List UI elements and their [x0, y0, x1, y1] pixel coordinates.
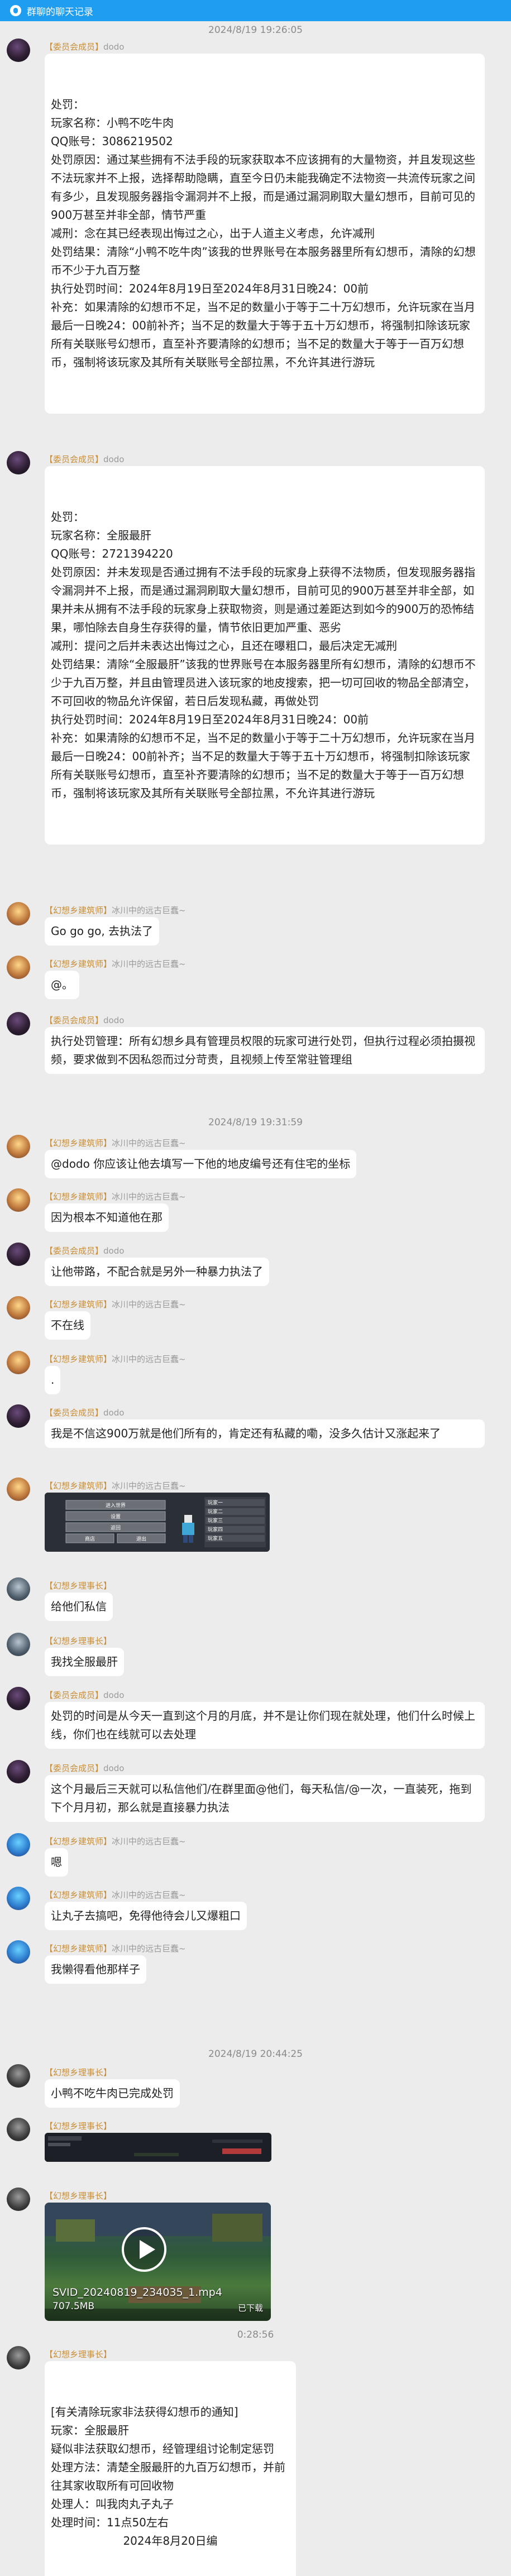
- message-bubble[interactable]: 处罚： 玩家名称：小鸭不吃牛肉 QQ账号：3086219502 处罚原因：通过某些拥有…: [45, 54, 485, 414]
- sender-label: 【幻想乡建筑师】冰川中的远古巨蠢~: [45, 1944, 186, 1954]
- message-bubble[interactable]: 这个月最后三天就可以私信他们/在群里面@他们，每天私信/@一次，一直装死，拖到下…: [45, 1775, 485, 1822]
- sender-label: 【委员会成员】dodo: [45, 1015, 125, 1025]
- avatar[interactable]: [7, 1404, 30, 1428]
- sender-label: 【委员会成员】dodo: [45, 454, 125, 464]
- panel-row: 玩家三: [208, 1517, 223, 1524]
- sender-label: 【幻想乡建筑师】冰川中的远古巨蠢~: [45, 959, 186, 969]
- avatar[interactable]: [7, 2188, 30, 2211]
- sender-label: 【幻想乡理事长】: [45, 2067, 112, 2078]
- avatar[interactable]: [7, 1833, 30, 1857]
- window-title: 群聊的聊天记录: [27, 6, 93, 18]
- sender-label: 【幻想乡建筑师】冰川中的远古巨蠢~: [45, 1836, 186, 1846]
- message-bubble[interactable]: 因为根本不知道他在那: [45, 1203, 169, 1232]
- message-bubble[interactable]: Go go go, 去执法了: [45, 917, 160, 946]
- avatar[interactable]: [7, 1687, 30, 1710]
- avatar[interactable]: [7, 1012, 30, 1035]
- video-filename: SVID_20240819_234035_1.mp4: [52, 2286, 222, 2299]
- avatar[interactable]: [7, 39, 30, 62]
- dark-game-screenshot: [45, 2133, 271, 2162]
- message-bubble[interactable]: 处罚的时间是从今天一直到这个月的月底，并不是让你们现在就处理，他们什么时候上线，…: [45, 1702, 485, 1749]
- avatar[interactable]: [7, 1633, 30, 1656]
- message-bubble[interactable]: 我懒得看他那样子: [45, 1955, 146, 1984]
- message-bubble[interactable]: [有关清除玩家非法获得幻想币的通知] 玩家：全服最肝 疑似非法获取幻想币，经管理组讨…: [45, 2361, 296, 2576]
- qq-logo-icon: [10, 5, 21, 16]
- game-menu-item: 返回: [111, 1524, 121, 1531]
- sender-label: 【幻想乡建筑师】冰川中的远古巨蠢~: [45, 1354, 186, 1364]
- timestamp: 2024/8/19 19:26:05: [208, 25, 303, 36]
- message-bubble[interactable]: @。: [45, 971, 79, 999]
- dark-screenshot-image[interactable]: [45, 2133, 271, 2162]
- message-bubble[interactable]: 处罚： 玩家名称：全服最肝 QQ账号：2721394220 处罚原因：并未发现是否通过…: [45, 466, 485, 845]
- avatar[interactable]: [7, 1577, 30, 1601]
- panel-row: 玩家五: [208, 1535, 223, 1542]
- sender-label: 【幻想乡理事长】: [45, 2191, 112, 2201]
- message-bubble[interactable]: 我找全服最肝: [45, 1648, 124, 1676]
- timestamp: 2024/8/19 20:44:25: [208, 2049, 303, 2060]
- avatar[interactable]: [7, 451, 30, 474]
- avatar[interactable]: [7, 1478, 30, 1501]
- timestamp: 0:28:56: [237, 2329, 274, 2340]
- avatar[interactable]: [7, 2064, 30, 2088]
- message-bubble[interactable]: @dodo 你应该让他去填写一下他的地皮编号还有住宅的坐标: [45, 1150, 357, 1178]
- game-menu-item: 退出: [136, 1536, 146, 1542]
- avatar[interactable]: [7, 2346, 30, 2369]
- sender-label: 【幻想乡理事长】: [45, 2121, 112, 2131]
- title-bar: 群聊的聊天记录: [0, 0, 511, 21]
- message-bubble[interactable]: 不在线: [45, 1311, 90, 1340]
- game-menu-item: 设置: [111, 1514, 121, 1520]
- sender-label: 【幻想乡理事长】: [45, 1581, 108, 1591]
- avatar[interactable]: [7, 1296, 30, 1320]
- game-menu-item: 商店: [85, 1536, 95, 1542]
- avatar[interactable]: [7, 1188, 30, 1212]
- sender-label: 【委员会成员】dodo: [45, 1408, 125, 1418]
- avatar[interactable]: [7, 1135, 30, 1158]
- avatar[interactable]: [7, 956, 30, 979]
- message-bubble[interactable]: 给他们私信: [45, 1592, 113, 1621]
- game-menu-item: 进入世界: [106, 1502, 126, 1509]
- sender-label: 【委员会成员】dodo: [45, 1690, 125, 1700]
- sender-label: 【幻想乡理事长】: [45, 2349, 112, 2359]
- video-status: 已下载: [237, 2303, 263, 2313]
- video-size: 707.5MB: [52, 2301, 94, 2312]
- timestamp: 2024/8/19 19:31:59: [208, 1117, 303, 1128]
- play-icon[interactable]: [122, 2227, 166, 2272]
- game-screenshot-image[interactable]: 进入世界 设置 返回 商店 退出 玩家一 玩家二 玩家三 玩家四 玩家五: [45, 1493, 270, 1552]
- sender-label: 【幻想乡建筑师】冰川中的远古巨蠢~: [45, 1138, 186, 1148]
- sender-label: 【委员会成员】dodo: [45, 1763, 125, 1773]
- message-bubble[interactable]: 小鸭不吃牛肉已完成处罚: [45, 2079, 180, 2108]
- sender-label: 【幻想乡建筑师】冰川中的远古巨蠢~: [45, 1481, 186, 1491]
- sender-label: 【幻想乡建筑师】冰川中的远古巨蠢~: [45, 1890, 186, 1900]
- sender-label: 【幻想乡建筑师】冰川中的远古巨蠢~: [45, 905, 186, 915]
- message-bubble[interactable]: 我是不信这900万就是他们所有的，肯定还有私藏的嘞，没多久估计又涨起来了: [45, 1419, 485, 1448]
- sender-label: 【幻想乡建筑师】冰川中的远古巨蠢~: [45, 1192, 186, 1202]
- avatar[interactable]: [7, 1760, 30, 1783]
- avatar[interactable]: [7, 1887, 30, 1910]
- sender-label: 【委员会成员】dodo: [45, 42, 125, 52]
- game-menu-screenshot: 进入世界 设置 返回 商店 退出 玩家一 玩家二 玩家三 玩家四 玩家五: [45, 1493, 270, 1552]
- sender-label: 【委员会成员】dodo: [45, 1246, 125, 1256]
- message-bubble[interactable]: 嗯: [45, 1848, 68, 1877]
- panel-row: 玩家四: [208, 1526, 223, 1533]
- sender-label: 【幻想乡建筑师】冰川中的远古巨蠢~: [45, 1299, 186, 1309]
- panel-row: 玩家二: [208, 1508, 223, 1515]
- message-bubble[interactable]: .: [45, 1366, 61, 1394]
- avatar[interactable]: [7, 1940, 30, 1964]
- message-bubble[interactable]: 让丸子去搞吧，免得他待会儿又爆粗口: [45, 1902, 247, 1930]
- message-bubble[interactable]: 执行处罚管理：所有幻想乡具有管理员权限的玩家可进行处罚，但执行过程必须拍摄视频，…: [45, 1027, 485, 1074]
- avatar[interactable]: [7, 902, 30, 925]
- message-bubble[interactable]: 让他带路，不配合就是另外一种暴力执法了: [45, 1258, 269, 1286]
- avatar[interactable]: [7, 2118, 30, 2141]
- video-message[interactable]: SVID_20240819_234035_1.mp4 707.5MB 已下载: [45, 2203, 271, 2321]
- panel-row: 玩家一: [208, 1499, 223, 1506]
- sender-label: 【幻想乡理事长】: [45, 1636, 108, 1646]
- avatar[interactable]: [7, 1351, 30, 1374]
- avatar[interactable]: [7, 1243, 30, 1266]
